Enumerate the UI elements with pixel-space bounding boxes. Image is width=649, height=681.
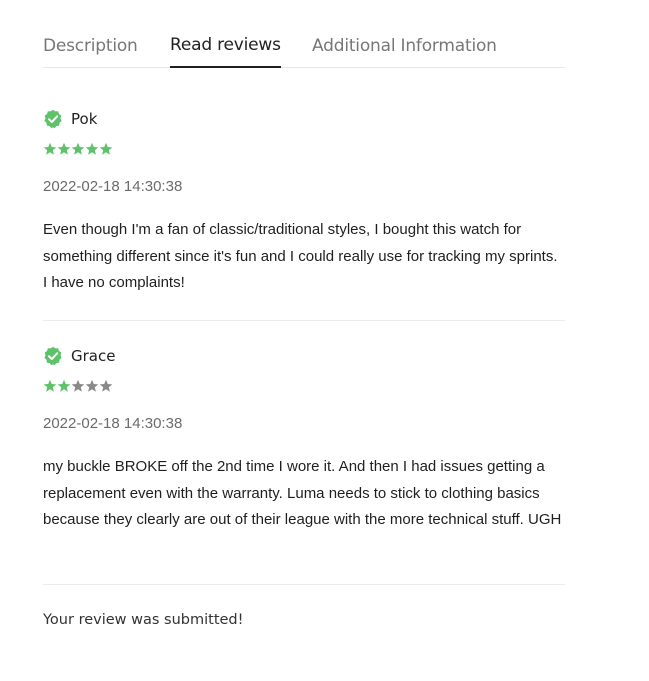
star-empty-icon [71, 379, 85, 393]
verified-check-icon [43, 109, 63, 129]
review-author-name: Grace [71, 347, 116, 365]
product-info-panel: Description Read reviews Additional Info… [43, 0, 565, 628]
review-author-row: Grace [43, 345, 115, 367]
review-date: 2022-02-18 14:30:38 [43, 415, 183, 432]
review-author-row: Pok [43, 108, 97, 130]
review-date: 2022-02-18 14:30:38 [43, 178, 183, 195]
review-divider [43, 320, 565, 321]
verified-check-icon [43, 346, 63, 366]
review-text: my buckle BROKE off the 2nd time I wore … [43, 458, 562, 528]
star-empty-icon [99, 379, 113, 393]
review-submitted-message: Your review was submitted! [43, 612, 244, 628]
star-filled-icon [43, 379, 57, 393]
rating-stars [43, 142, 113, 158]
star-filled-icon [57, 142, 71, 156]
review-divider [43, 584, 565, 585]
star-filled-icon [57, 379, 71, 393]
star-empty-icon [85, 379, 99, 393]
tab-description[interactable]: Description [43, 36, 138, 56]
tab-bar: Description Read reviews Additional Info… [43, 0, 565, 68]
review-author-name: Pok [71, 110, 98, 128]
rating-stars [43, 379, 113, 395]
review-text: Even though I'm a fan of classic/traditi… [43, 221, 558, 291]
star-filled-icon [43, 142, 57, 156]
star-filled-icon [85, 142, 99, 156]
tab-additional-information[interactable]: Additional Information [312, 36, 497, 56]
star-filled-icon [99, 142, 113, 156]
tab-read-reviews[interactable]: Read reviews [170, 35, 281, 68]
star-filled-icon [71, 142, 85, 156]
